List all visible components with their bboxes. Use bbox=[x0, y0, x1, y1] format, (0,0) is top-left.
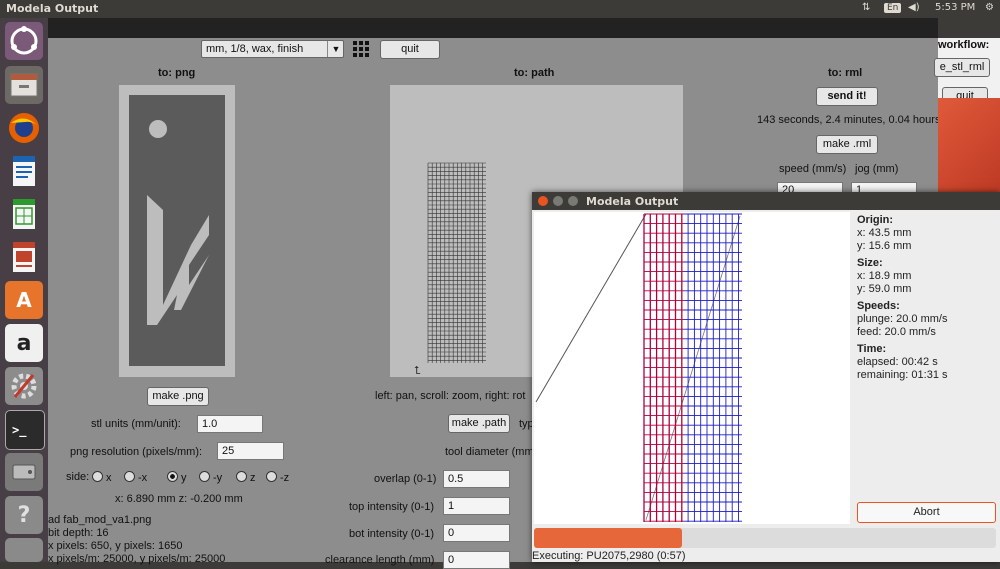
origin-x: x: 43.5 mm bbox=[857, 227, 912, 239]
time-heading: Time: bbox=[857, 343, 887, 355]
minimize-icon[interactable] bbox=[553, 196, 563, 206]
quit-button[interactable]: quit bbox=[380, 40, 440, 59]
overlap-input[interactable]: 0.5 bbox=[443, 470, 510, 488]
power-gear-icon[interactable]: ⚙ bbox=[985, 2, 994, 13]
overlap-label: overlap (0-1) bbox=[374, 473, 437, 485]
disk-icon[interactable] bbox=[5, 453, 43, 491]
elapsed-time: elapsed: 00:42 s bbox=[857, 356, 938, 368]
status-line: Executing: PU2075,2980 (0:57) bbox=[532, 550, 686, 562]
clock[interactable]: 5:53 PM bbox=[935, 2, 975, 13]
time-estimate: 143 seconds, 2.4 minutes, 0.04 hours bbox=[757, 114, 941, 126]
grid-menu-icon[interactable] bbox=[352, 40, 370, 58]
toolpath-plot bbox=[534, 212, 850, 524]
modela-output-window: Modela Output Origin: x: 43.5 mm y: 15.6… bbox=[532, 192, 1000, 562]
top-intensity-input[interactable]: 1 bbox=[443, 497, 510, 515]
png-resolution-input[interactable]: 25 bbox=[217, 442, 284, 460]
tool-diameter-label: tool diameter (mm bbox=[445, 446, 534, 458]
ubuntu-icon[interactable] bbox=[5, 22, 43, 60]
software-center-icon[interactable]: A bbox=[5, 281, 43, 319]
launcher: A a >_ ? bbox=[0, 18, 48, 562]
clearance-label: clearance length (mm) bbox=[325, 554, 435, 566]
bot-intensity-label: bot intensity (0-1) bbox=[349, 528, 434, 540]
plunge-speed: plunge: 20.0 mm/s bbox=[857, 313, 948, 325]
size-heading: Size: bbox=[857, 257, 883, 269]
top-panel: Modela Output ⇅ En ◀) 5:53 PM ⚙ bbox=[0, 0, 1000, 18]
axis-icon: ⮤ bbox=[414, 365, 421, 377]
path-view-hint: left: pan, scroll: zoom, right: rot bbox=[375, 390, 526, 402]
workflow-select[interactable]: e_stl_rml bbox=[934, 58, 990, 77]
side-label: side: bbox=[66, 471, 90, 483]
firefox-icon[interactable] bbox=[5, 109, 43, 147]
png-info-line-2: bit depth: 16 bbox=[48, 527, 109, 539]
side-radio-neg-x[interactable]: -x bbox=[124, 471, 147, 484]
travel-line bbox=[535, 213, 647, 403]
speeds-heading: Speeds: bbox=[857, 300, 900, 312]
png-preview bbox=[119, 85, 235, 377]
trash-icon[interactable] bbox=[5, 538, 43, 562]
volume-icon[interactable]: ◀) bbox=[908, 2, 920, 13]
clearance-input[interactable]: 0 bbox=[443, 551, 510, 569]
stl-units-label: stl units (mm/unit): bbox=[91, 418, 181, 430]
size-x: x: 18.9 mm bbox=[857, 270, 912, 282]
origin-heading: Origin: bbox=[857, 214, 894, 226]
impress-icon[interactable] bbox=[5, 238, 43, 276]
side-radio-neg-y[interactable]: -y bbox=[199, 471, 222, 484]
active-window-title: Modela Output bbox=[6, 2, 99, 15]
maximize-icon[interactable] bbox=[568, 196, 578, 206]
chevron-down-icon[interactable]: ▼ bbox=[327, 41, 344, 57]
send-it-button[interactable]: send it! bbox=[816, 87, 878, 106]
close-icon[interactable] bbox=[538, 196, 548, 206]
bot-intensity-input[interactable]: 0 bbox=[443, 524, 510, 542]
path-heading: to: path bbox=[514, 67, 555, 79]
system-settings-icon[interactable] bbox=[5, 367, 43, 405]
progress-bar bbox=[534, 528, 996, 548]
output-window-title: Modela Output bbox=[586, 195, 679, 208]
jog-label: jog (mm) bbox=[855, 163, 899, 175]
job-info-panel: Origin: x: 43.5 mm y: 15.6 mm Size: x: 1… bbox=[857, 214, 997, 414]
network-icon[interactable]: ⇅ bbox=[862, 2, 870, 13]
amazon-icon[interactable]: a bbox=[5, 324, 43, 362]
remaining-time: remaining: 01:31 s bbox=[857, 369, 948, 381]
workflow-label: workflow: bbox=[938, 39, 990, 51]
make-rml-button[interactable]: make .rml bbox=[816, 135, 878, 154]
side-radio-x[interactable]: x bbox=[92, 471, 112, 484]
help-icon[interactable]: ? bbox=[5, 496, 43, 534]
feed-speed: feed: 20.0 mm/s bbox=[857, 326, 936, 338]
stl-units-input[interactable]: 1.0 bbox=[197, 415, 263, 433]
side-radio-neg-z[interactable]: -z bbox=[266, 471, 289, 484]
side-radio-z[interactable]: z bbox=[236, 471, 256, 484]
side-radio-y[interactable]: y bbox=[167, 471, 187, 484]
files-icon[interactable] bbox=[5, 66, 43, 104]
calc-icon[interactable] bbox=[5, 195, 43, 233]
abort-button[interactable]: Abort bbox=[857, 502, 996, 523]
png-resolution-label: png resolution (pixels/mm): bbox=[70, 446, 203, 458]
output-titlebar: Modela Output bbox=[532, 192, 1000, 210]
rml-heading: to: rml bbox=[828, 67, 863, 79]
terminal-icon[interactable]: >_ bbox=[5, 410, 45, 450]
origin-y: y: 15.6 mm bbox=[857, 240, 912, 252]
keyboard-layout-indicator[interactable]: En bbox=[884, 2, 902, 13]
png-info-line-4: x pixels/m: 25000, y pixels/m: 25000 bbox=[48, 553, 226, 565]
size-y: y: 59.0 mm bbox=[857, 283, 912, 295]
process-select-value: mm, 1/8, wax, finish bbox=[206, 43, 304, 55]
writer-icon[interactable] bbox=[5, 152, 43, 190]
speed-label: speed (mm/s) bbox=[779, 163, 847, 175]
make-path-button[interactable]: make .path bbox=[448, 414, 510, 433]
make-png-button[interactable]: make .png bbox=[147, 387, 209, 406]
png-heading: to: png bbox=[158, 67, 196, 79]
png-info-line-1: ad fab_mod_va1.png bbox=[48, 514, 152, 526]
png-info-line-3: x pixels: 650, y pixels: 1650 bbox=[48, 540, 183, 552]
process-select[interactable]: mm, 1/8, wax, finish ▼ bbox=[201, 40, 344, 58]
app-titlebar bbox=[48, 18, 938, 38]
top-intensity-label: top intensity (0-1) bbox=[349, 501, 434, 513]
cursor-coords: x: 6.890 mm z: -0.200 mm bbox=[115, 493, 243, 505]
png-image bbox=[129, 95, 225, 366]
progress-bar-fill bbox=[534, 528, 682, 548]
